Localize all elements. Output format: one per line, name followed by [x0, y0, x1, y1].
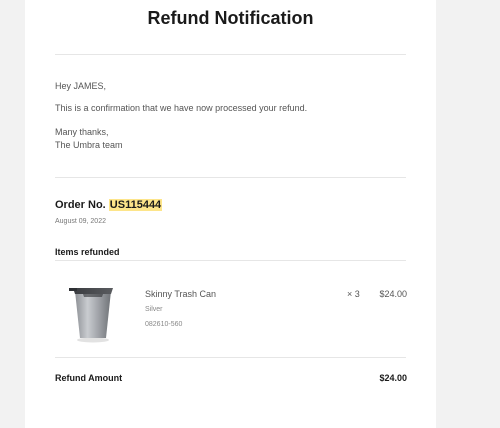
items-refunded-heading: Items refunded [55, 247, 120, 257]
product-variant: Silver [145, 306, 163, 313]
order-date: August 09, 2022 [55, 218, 106, 225]
order-label: Order No. [55, 199, 106, 211]
product-quantity: × 3 [347, 289, 360, 299]
refund-amount-label: Refund Amount [55, 373, 123, 383]
product-name: Skinny Trash Can [145, 289, 217, 299]
order-number: US115444 [108, 199, 163, 211]
divider [55, 357, 406, 358]
trash-can-image [69, 288, 113, 343]
page-title: Refund Notification [147, 8, 314, 28]
confirmation-text: This is a confirmation that we have now … [55, 103, 308, 113]
divider [55, 54, 406, 55]
divider [55, 177, 406, 178]
greeting-text: Hey JAMES, [55, 81, 107, 91]
product-price: $24.00 [379, 289, 407, 299]
email-card: Refund Notification Hey JAMES, This is a… [25, 0, 436, 428]
signoff-text: Many thanks, [55, 127, 109, 137]
order-heading: Order No. US115444 [55, 199, 163, 211]
divider [55, 260, 406, 261]
team-signature: The Umbra team [55, 140, 123, 150]
refund-amount-value: $24.00 [379, 373, 407, 383]
product-sku: 082610-560 [145, 321, 183, 328]
